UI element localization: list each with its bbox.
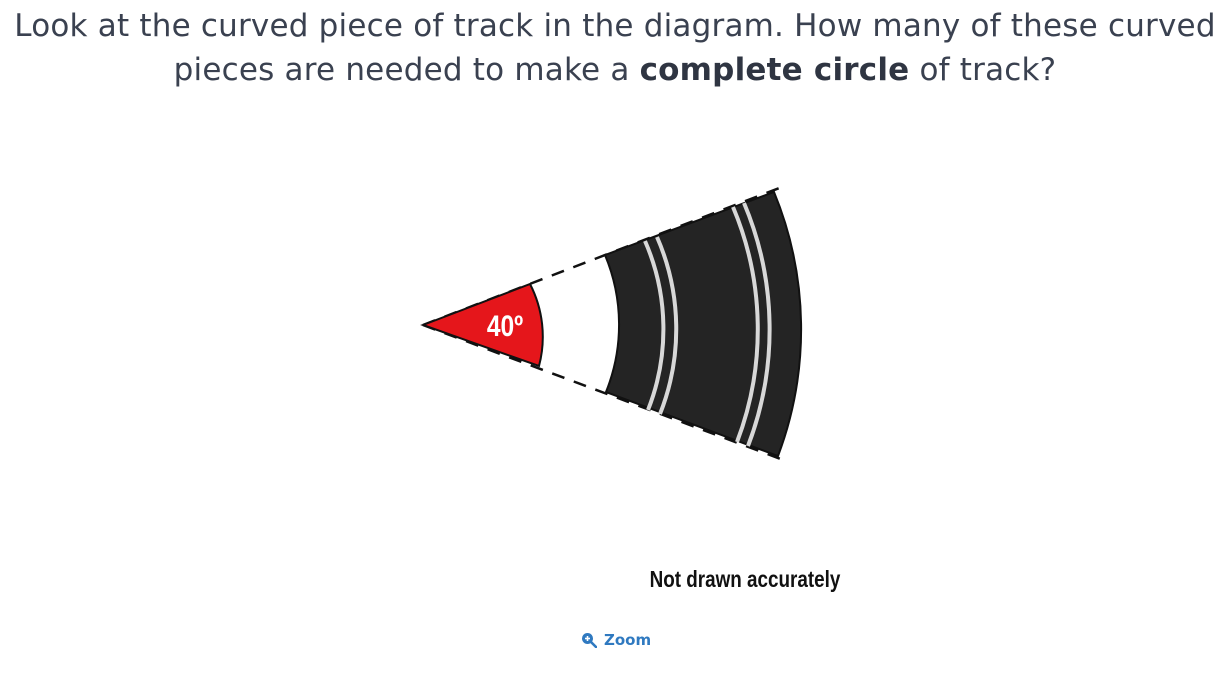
curved-track-piece <box>603 190 803 458</box>
zoom-button[interactable]: Zoom <box>581 631 651 649</box>
angle-label: 40º <box>487 309 523 343</box>
not-drawn-accurately-caption: Not drawn accurately <box>649 566 841 592</box>
track-diagram: 40º <box>420 185 803 463</box>
zoom-label: Zoom <box>604 631 652 649</box>
angle-sector <box>420 282 544 368</box>
zoom-in-icon <box>581 632 597 648</box>
